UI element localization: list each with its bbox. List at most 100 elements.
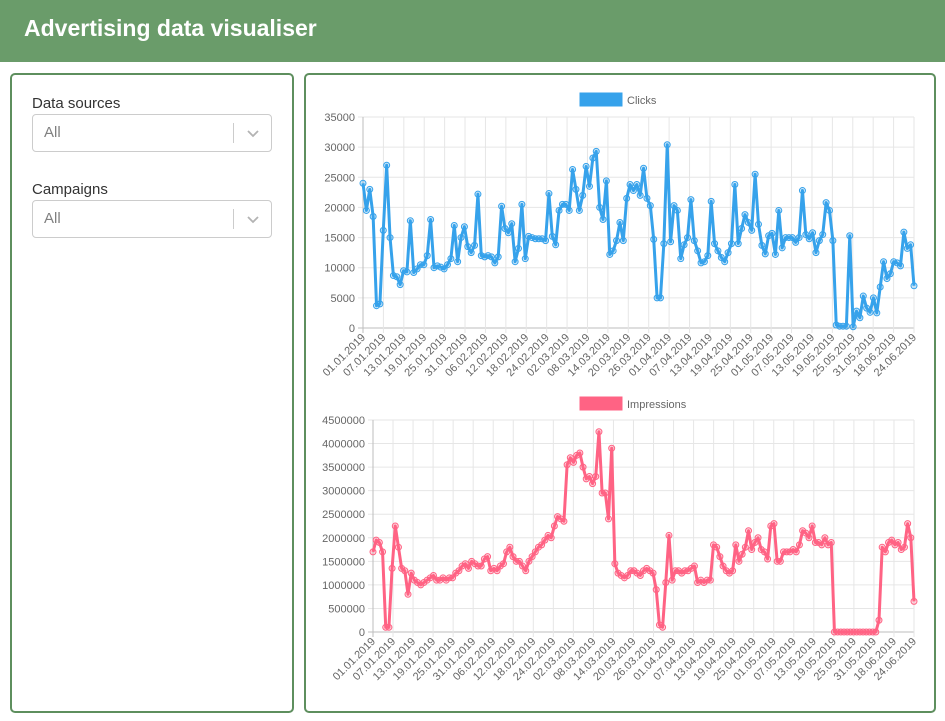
data-point — [640, 164, 648, 172]
data-point — [815, 237, 823, 245]
data-point — [741, 543, 749, 551]
data-point — [745, 527, 753, 535]
data-point — [391, 522, 399, 530]
data-point — [379, 226, 387, 234]
clicks-chart: 0500010000150002000025000300003500001.01… — [321, 92, 919, 379]
data-point — [896, 262, 904, 270]
data-point — [900, 228, 908, 236]
data-point — [547, 534, 555, 542]
data-point — [910, 597, 918, 605]
y-tick-label: 5000 — [331, 293, 355, 305]
data-point — [711, 240, 719, 248]
data-point — [690, 562, 698, 570]
data-point — [427, 215, 435, 223]
data-point — [579, 191, 587, 199]
y-tick-label: 10000 — [324, 263, 355, 275]
data-point — [467, 249, 475, 257]
data-point — [827, 538, 835, 546]
data-point — [755, 220, 762, 228]
data-point — [714, 247, 722, 255]
data-point — [818, 541, 826, 549]
data-point — [680, 241, 688, 249]
data-point — [601, 489, 609, 497]
data-point — [636, 191, 644, 199]
data-point — [732, 541, 740, 549]
data-point — [907, 241, 915, 249]
data-point — [608, 444, 616, 452]
data-point — [386, 234, 394, 242]
data-point — [454, 258, 462, 266]
data-point — [738, 225, 746, 233]
y-tick-label: 3000000 — [322, 486, 365, 498]
data-point — [734, 240, 742, 248]
data-point — [376, 300, 384, 308]
data-point — [713, 543, 721, 551]
data-point — [369, 548, 377, 556]
data-point — [548, 232, 556, 240]
data-point — [592, 147, 600, 155]
data-point — [662, 579, 670, 587]
data-point — [471, 241, 479, 249]
data-point — [849, 323, 857, 331]
data-point — [565, 206, 573, 214]
data-point — [487, 253, 495, 261]
data-point — [821, 534, 829, 542]
data-point — [518, 200, 526, 208]
data-point — [560, 517, 568, 525]
data-point — [396, 281, 404, 289]
data-point — [758, 241, 766, 249]
data-point — [491, 259, 499, 267]
data-point — [508, 220, 516, 228]
data-point — [484, 553, 492, 561]
data-point — [555, 206, 563, 214]
data-point — [494, 253, 502, 261]
data-point — [385, 623, 393, 631]
data-point — [521, 255, 529, 263]
data-point — [842, 322, 850, 330]
data-point — [592, 473, 600, 481]
data-point — [498, 202, 506, 210]
legend-swatch — [579, 92, 623, 107]
data-point — [876, 283, 884, 291]
data-point — [795, 541, 803, 549]
data-point — [596, 203, 604, 211]
data-point — [562, 200, 570, 208]
data-point — [589, 480, 597, 488]
data-point — [907, 534, 915, 542]
data-point — [643, 194, 651, 202]
data-point — [775, 206, 783, 214]
y-tick-label: 20000 — [324, 202, 355, 214]
data-point — [383, 161, 391, 169]
data-point — [576, 449, 584, 457]
data-point — [542, 237, 550, 245]
data-point — [623, 194, 631, 202]
data-point — [659, 623, 667, 631]
data-point — [768, 229, 776, 237]
data-point — [447, 255, 455, 263]
data-point — [667, 238, 675, 246]
data-point — [881, 548, 889, 556]
data-point — [552, 241, 560, 249]
data-point — [369, 212, 377, 220]
data-point — [359, 179, 367, 187]
data-point — [599, 215, 607, 223]
data-point — [393, 273, 401, 281]
y-tick-label: 4000000 — [322, 439, 365, 451]
data-point — [609, 247, 617, 255]
legend-label: Impressions — [627, 399, 687, 411]
data-point — [550, 522, 558, 530]
data-point — [900, 543, 908, 551]
y-tick-label: 2000000 — [322, 533, 365, 545]
data-point — [663, 141, 671, 149]
data-point — [582, 162, 590, 170]
data-point — [704, 252, 712, 260]
data-point — [362, 206, 370, 214]
data-point — [633, 181, 641, 189]
data-point — [872, 628, 880, 636]
data-point — [798, 187, 806, 195]
data-point — [809, 229, 817, 237]
data-point — [873, 309, 881, 317]
data-point — [511, 258, 519, 266]
data-point — [464, 564, 472, 572]
data-point — [444, 261, 452, 269]
